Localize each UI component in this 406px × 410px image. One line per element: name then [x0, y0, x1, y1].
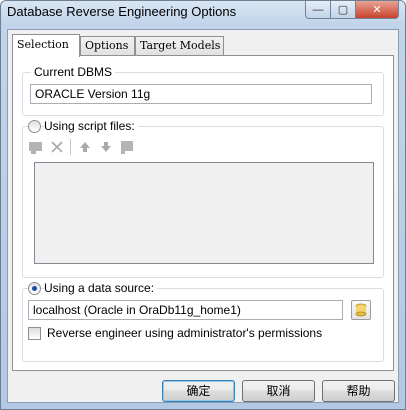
move-down-icon[interactable] — [98, 139, 114, 155]
data-source-radio[interactable] — [28, 282, 41, 295]
tab-target-models[interactable]: Target Models — [135, 36, 224, 56]
minimize-icon: — — [312, 3, 324, 16]
cancel-button[interactable]: 取消 — [242, 380, 315, 402]
script-files-group: Using script files: — [22, 119, 384, 278]
database-icon — [355, 303, 367, 317]
data-source-group: Using a data source: localhost (Oracle i… — [22, 281, 384, 362]
script-files-label: Using script files: — [44, 119, 138, 133]
title-bar[interactable]: Database Reverse Engineering Options — ▢… — [1, 1, 405, 23]
close-icon: ✕ — [372, 4, 382, 16]
maximize-button[interactable]: ▢ — [331, 1, 356, 19]
selection-tab-page: Current DBMS ORACLE Version 11g Using sc… — [12, 55, 394, 371]
window-title: Database Reverse Engineering Options — [7, 4, 237, 19]
current-dbms-group: Current DBMS ORACLE Version 11g — [22, 65, 384, 116]
admin-permissions-label: Reverse engineer using administrator's p… — [47, 326, 323, 340]
admin-permissions-checkbox[interactable] — [28, 327, 41, 340]
dialog-client: Selection Options Target Models Current … — [7, 29, 399, 403]
current-dbms-label: Current DBMS — [31, 65, 116, 79]
window-controls: — ▢ ✕ — [305, 1, 399, 19]
tab-selection[interactable]: Selection — [12, 34, 80, 57]
script-files-radio[interactable] — [28, 120, 41, 133]
ok-button[interactable]: 确定 — [162, 380, 235, 402]
browse-icon[interactable] — [119, 139, 135, 155]
maximize-icon: ▢ — [337, 4, 349, 16]
close-button[interactable]: ✕ — [356, 1, 399, 19]
add-file-icon[interactable] — [28, 139, 44, 155]
help-button[interactable]: 帮助 — [322, 380, 395, 402]
script-files-list[interactable] — [34, 162, 374, 264]
minimize-button[interactable]: — — [305, 1, 331, 19]
data-source-label: Using a data source: — [44, 281, 158, 295]
select-data-source-button[interactable] — [351, 300, 371, 320]
current-dbms-field: ORACLE Version 11g — [30, 84, 372, 104]
dialog-window: Database Reverse Engineering Options — ▢… — [0, 0, 406, 410]
tab-options[interactable]: Options — [80, 36, 135, 56]
delete-icon[interactable] — [49, 139, 65, 155]
data-source-field[interactable]: localhost (Oracle in OraDb11g_home1) — [28, 300, 343, 320]
toolbar-separator — [70, 139, 71, 155]
move-up-icon[interactable] — [77, 139, 93, 155]
